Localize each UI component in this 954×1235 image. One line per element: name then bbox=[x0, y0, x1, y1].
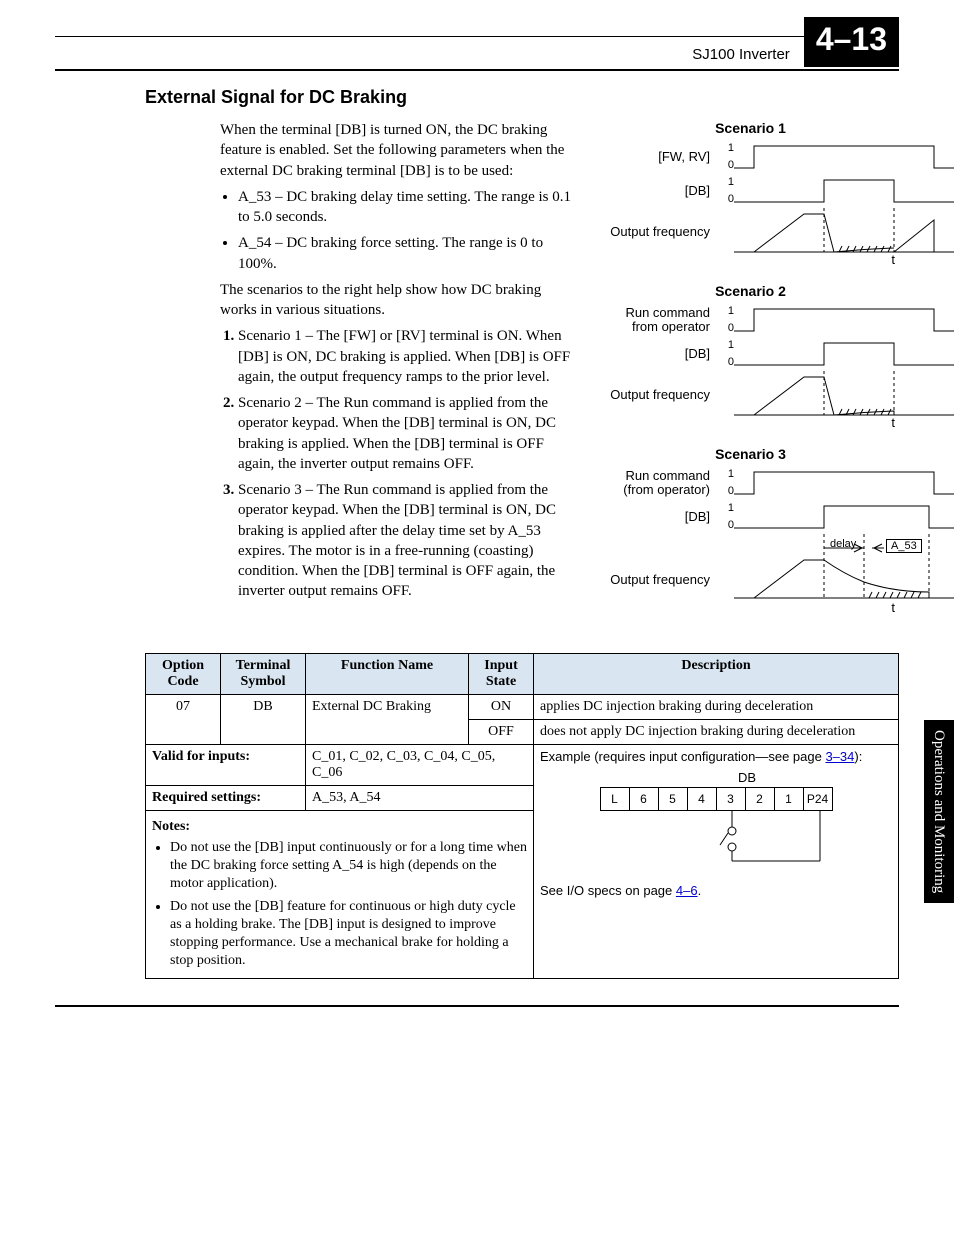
cell-valid-label: Valid for inputs: bbox=[146, 745, 306, 786]
cell-state-on: ON bbox=[469, 695, 534, 720]
cell-desc-off: does not apply DC injection braking duri… bbox=[534, 720, 899, 745]
terminal-diagram: DB L 6 5 4 3 2 1 P24 bbox=[540, 764, 892, 873]
signal-label: Output frequency bbox=[602, 551, 716, 587]
doc-name: SJ100 Inverter bbox=[692, 46, 790, 63]
signal-label: Run command (from operator) bbox=[602, 469, 716, 498]
terminal-cell: 6 bbox=[629, 788, 658, 810]
side-tab: Operations and Monitoring bbox=[924, 720, 954, 903]
spec-table: Option Code Terminal Symbol Function Nam… bbox=[145, 653, 899, 979]
see-io-specs: See I/O specs on page 4–6. bbox=[540, 883, 892, 898]
th-description: Description bbox=[534, 654, 899, 695]
cell-option-code: 07 bbox=[146, 695, 221, 745]
th-option-code: Option Code bbox=[146, 654, 221, 695]
terminal-cell: L bbox=[601, 788, 629, 810]
note-item: Do not use the [DB] feature for continuo… bbox=[170, 898, 527, 971]
scenario-title: Scenario 3 bbox=[602, 446, 899, 462]
link-page-3-34[interactable]: 3–34 bbox=[825, 749, 854, 764]
cell-desc-on: applies DC injection braking during dece… bbox=[534, 695, 899, 720]
header-rule bbox=[55, 69, 899, 71]
notes-heading: Notes: bbox=[152, 819, 527, 835]
page-number-badge: 4–13 bbox=[804, 17, 899, 67]
scenario-desc: Scenario 1 – The [FW] or [RV] terminal i… bbox=[238, 326, 580, 387]
signal-label: [DB] bbox=[602, 184, 716, 198]
link-page-4-6[interactable]: 4–6 bbox=[676, 883, 698, 898]
timing-scenario-1: Scenario 1 [FW, RV] 10 [DB] 10 Output fr… bbox=[602, 120, 899, 267]
cell-example: Example (requires input configuration—se… bbox=[534, 745, 899, 979]
body-text-column: When the terminal [DB] is turned ON, the… bbox=[220, 114, 580, 608]
a53-box: A_53 bbox=[886, 539, 922, 553]
scenario-title: Scenario 2 bbox=[602, 283, 899, 299]
signal-label: [FW, RV] bbox=[602, 150, 716, 164]
terminal-cell: 5 bbox=[658, 788, 687, 810]
terminal-cell: 1 bbox=[774, 788, 803, 810]
signal-label: Output frequency bbox=[602, 225, 716, 239]
mid-para: The scenarios to the right help show how… bbox=[220, 280, 580, 321]
terminal-cell: 3 bbox=[716, 788, 745, 810]
footer-rule bbox=[55, 1005, 899, 1007]
cell-terminal-symbol: DB bbox=[221, 695, 306, 745]
timing-diagrams-column: Scenario 1 [FW, RV] 10 [DB] 10 Output fr… bbox=[602, 114, 899, 631]
scenario-desc: Scenario 2 – The Run command is applied … bbox=[238, 393, 580, 474]
scenario-desc: Scenario 3 – The Run command is applied … bbox=[238, 480, 580, 602]
signal-label: [DB] bbox=[602, 347, 716, 361]
timing-scenario-2: Scenario 2 Run command from operator 10 … bbox=[602, 283, 899, 430]
terminal-db-label: DB bbox=[602, 770, 892, 785]
th-terminal-symbol: Terminal Symbol bbox=[221, 654, 306, 695]
bullet-item: A_54 – DC braking force setting. The ran… bbox=[238, 233, 580, 274]
cell-state-off: OFF bbox=[469, 720, 534, 745]
terminal-strip: L 6 5 4 3 2 1 P24 bbox=[600, 787, 833, 811]
section-heading: External Signal for DC Braking bbox=[145, 87, 899, 108]
th-input-state: Input State bbox=[469, 654, 534, 695]
circuit-icon bbox=[600, 811, 832, 867]
timing-scenario-3: Scenario 3 Run command (from operator) 1… bbox=[602, 446, 899, 615]
cell-valid-value: C_01, C_02, C_03, C_04, C_05, C_06 bbox=[306, 745, 534, 786]
intro-para: When the terminal [DB] is turned ON, the… bbox=[220, 120, 580, 181]
signal-label: Run command from operator bbox=[602, 306, 716, 335]
cell-notes: Notes: Do not use the [DB] input continu… bbox=[146, 811, 534, 979]
scenario-title: Scenario 1 bbox=[602, 120, 899, 136]
terminal-cell: 2 bbox=[745, 788, 774, 810]
cell-required-label: Required settings: bbox=[146, 786, 306, 811]
bullet-item: A_53 – DC braking delay time setting. Th… bbox=[238, 187, 580, 228]
signal-label: [DB] bbox=[602, 510, 716, 524]
cell-required-value: A_53, A_54 bbox=[306, 786, 534, 811]
th-function-name: Function Name bbox=[306, 654, 469, 695]
terminal-cell: P24 bbox=[803, 788, 832, 810]
page-header: SJ100 Inverter 4–13 bbox=[55, 36, 899, 67]
delay-label: delay bbox=[830, 538, 856, 550]
cell-function-name: External DC Braking bbox=[306, 695, 469, 745]
note-item: Do not use the [DB] input continuously o… bbox=[170, 839, 527, 894]
signal-label: Output frequency bbox=[602, 388, 716, 402]
terminal-cell: 4 bbox=[687, 788, 716, 810]
